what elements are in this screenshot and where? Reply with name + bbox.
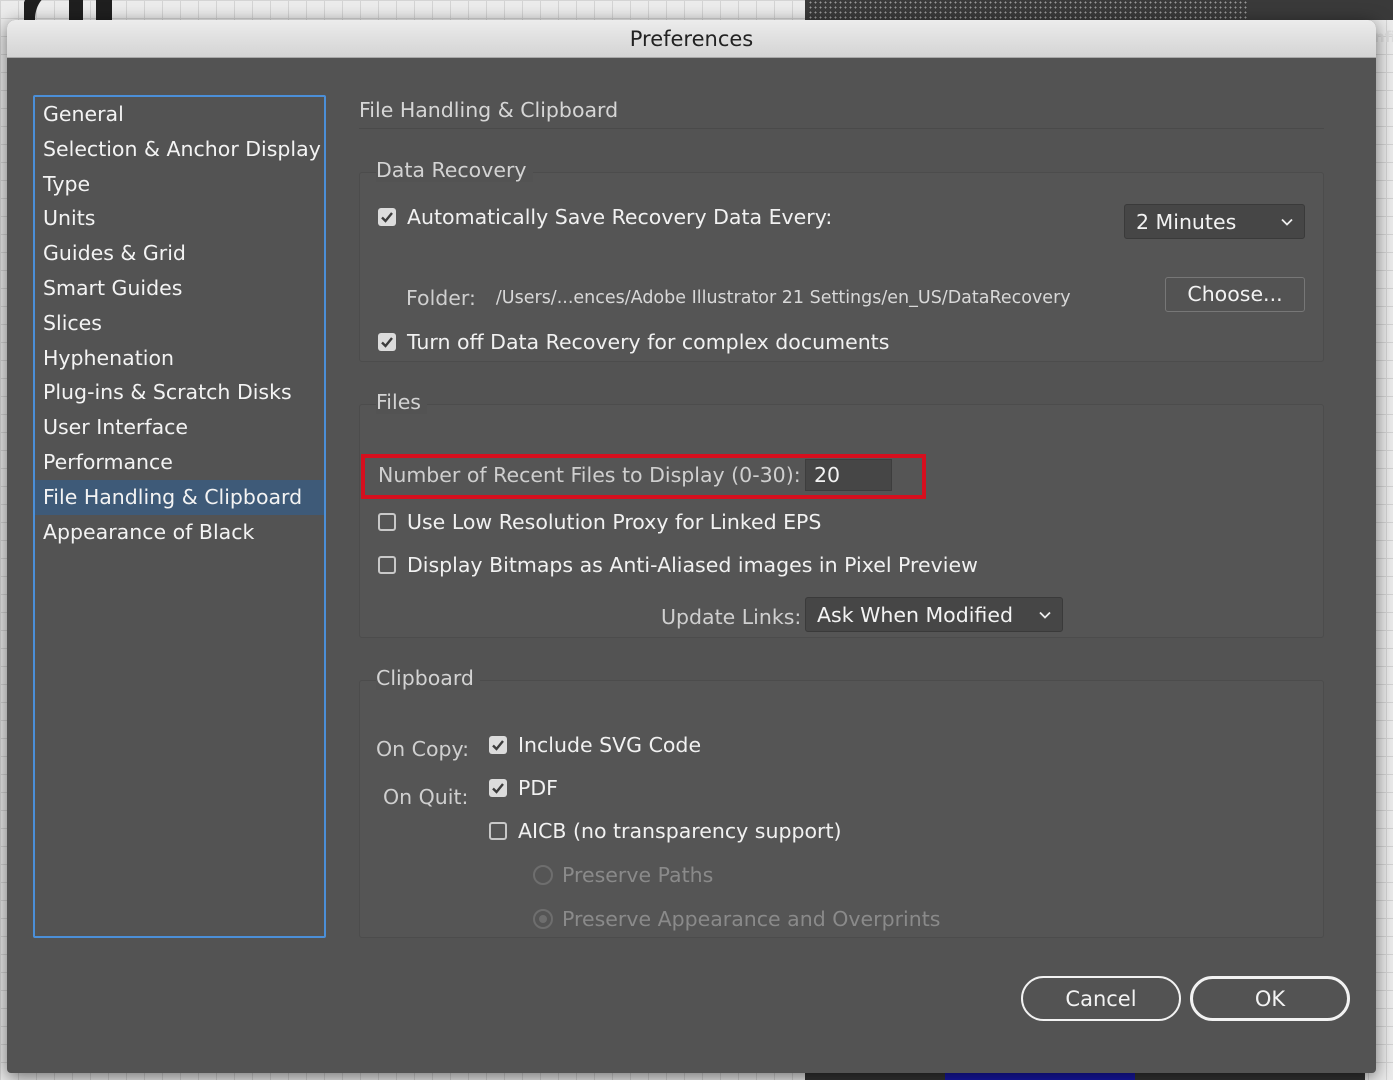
- clipboard-group: [359, 680, 1324, 938]
- anti-aliased-bitmaps-row: Display Bitmaps as Anti-Aliased images i…: [378, 552, 978, 578]
- on-copy-row: On Copy:: [376, 734, 469, 764]
- preferences-category-list[interactable]: General Selection & Anchor Display Type …: [33, 95, 326, 938]
- preferences-dialog: Preferences General Selection & Anchor D…: [7, 20, 1376, 1073]
- sidebar-item-hyphenation[interactable]: Hyphenation: [35, 341, 324, 376]
- anti-aliased-bitmaps-checkbox[interactable]: [378, 556, 396, 574]
- include-svg-label: Include SVG Code: [518, 733, 702, 757]
- low-res-proxy-row: Use Low Resolution Proxy for Linked EPS: [378, 509, 821, 535]
- preserve-paths-radio[interactable]: [533, 865, 553, 885]
- folder-label: Folder:: [406, 286, 476, 310]
- cancel-button[interactable]: Cancel: [1021, 976, 1181, 1021]
- ok-button[interactable]: OK: [1190, 976, 1350, 1021]
- turn-off-recovery-checkbox[interactable]: [378, 333, 396, 351]
- sidebar-item-plugins-scratch-disks[interactable]: Plug-ins & Scratch Disks: [35, 375, 324, 410]
- checkmark-icon: [381, 337, 393, 348]
- clipboard-legend: Clipboard: [376, 666, 480, 690]
- chevron-down-icon: [1281, 218, 1293, 226]
- on-quit-row: On Quit:: [383, 782, 468, 812]
- aicb-label: AICB (no transparency support): [518, 819, 842, 843]
- choose-folder-button[interactable]: Choose...: [1165, 277, 1305, 312]
- auto-save-row: Automatically Save Recovery Data Every:: [378, 204, 832, 230]
- sidebar-item-slices[interactable]: Slices: [35, 306, 324, 341]
- sidebar-item-appearance-of-black[interactable]: Appearance of Black: [35, 515, 324, 550]
- data-recovery-legend: Data Recovery: [376, 158, 533, 182]
- update-links-row: Update Links:: [661, 602, 801, 632]
- sidebar-item-guides-grid[interactable]: Guides & Grid: [35, 236, 324, 271]
- update-links-value: Ask When Modified: [817, 602, 1013, 627]
- folder-row: Folder: /Users/...ences/Adobe Illustrato…: [406, 283, 1071, 313]
- checkmark-icon: [492, 740, 504, 751]
- auto-save-label: Automatically Save Recovery Data Every:: [407, 205, 833, 229]
- turn-off-recovery-row: Turn off Data Recovery for complex docum…: [378, 329, 889, 355]
- include-svg-checkbox[interactable]: [489, 736, 507, 754]
- update-links-dropdown[interactable]: Ask When Modified: [805, 597, 1063, 632]
- aicb-row: AICB (no transparency support): [489, 818, 842, 844]
- checkmark-icon: [492, 783, 504, 794]
- title-divider: [359, 128, 1324, 129]
- sidebar-item-general[interactable]: General: [35, 97, 324, 132]
- sidebar-item-user-interface[interactable]: User Interface: [35, 410, 324, 445]
- recovery-interval-value: 2 Minutes: [1136, 209, 1237, 234]
- recovery-interval-dropdown[interactable]: 2 Minutes: [1124, 204, 1305, 239]
- aicb-checkbox[interactable]: [489, 822, 507, 840]
- background-toolbar: [805, 0, 1393, 20]
- checkmark-icon: [381, 212, 393, 223]
- chevron-down-icon: [1039, 611, 1051, 619]
- app-logo-fragment: [24, 0, 112, 20]
- sidebar-item-selection-anchor-display[interactable]: Selection & Anchor Display: [35, 132, 324, 167]
- preserve-paths-row: Preserve Paths: [533, 862, 713, 888]
- sidebar-item-units[interactable]: Units: [35, 201, 324, 236]
- dialog-title: Preferences: [7, 20, 1376, 58]
- background-text: nfi: [1374, 28, 1393, 46]
- sidebar-item-type[interactable]: Type: [35, 167, 324, 202]
- preserve-paths-label: Preserve Paths: [562, 863, 714, 887]
- folder-path: /Users/...ences/Adobe Illustrator 21 Set…: [495, 288, 1071, 308]
- page-title: File Handling & Clipboard: [359, 98, 619, 122]
- sidebar-item-performance[interactable]: Performance: [35, 445, 324, 480]
- include-svg-row: Include SVG Code: [489, 732, 701, 758]
- on-quit-label: On Quit:: [383, 785, 469, 809]
- sidebar-item-file-handling-clipboard[interactable]: File Handling & Clipboard: [35, 479, 324, 515]
- turn-off-recovery-label: Turn off Data Recovery for complex docum…: [407, 330, 890, 354]
- anti-aliased-bitmaps-label: Display Bitmaps as Anti-Aliased images i…: [407, 553, 978, 577]
- annotation-highlight-box: [361, 454, 926, 499]
- sidebar-item-smart-guides[interactable]: Smart Guides: [35, 271, 324, 306]
- pdf-label: PDF: [518, 776, 558, 800]
- low-res-proxy-checkbox[interactable]: [378, 513, 396, 531]
- preserve-appearance-label: Preserve Appearance and Overprints: [562, 907, 941, 931]
- update-links-label: Update Links:: [661, 605, 802, 629]
- auto-save-checkbox[interactable]: [378, 208, 396, 226]
- low-res-proxy-label: Use Low Resolution Proxy for Linked EPS: [407, 510, 822, 534]
- pdf-checkbox[interactable]: [489, 779, 507, 797]
- preserve-appearance-radio[interactable]: [533, 909, 553, 929]
- on-copy-label: On Copy:: [376, 737, 470, 761]
- background-bottom-accent: [945, 1073, 1135, 1080]
- preserve-appearance-row: Preserve Appearance and Overprints: [533, 906, 940, 932]
- pdf-row: PDF: [489, 775, 558, 801]
- files-legend: Files: [376, 390, 427, 414]
